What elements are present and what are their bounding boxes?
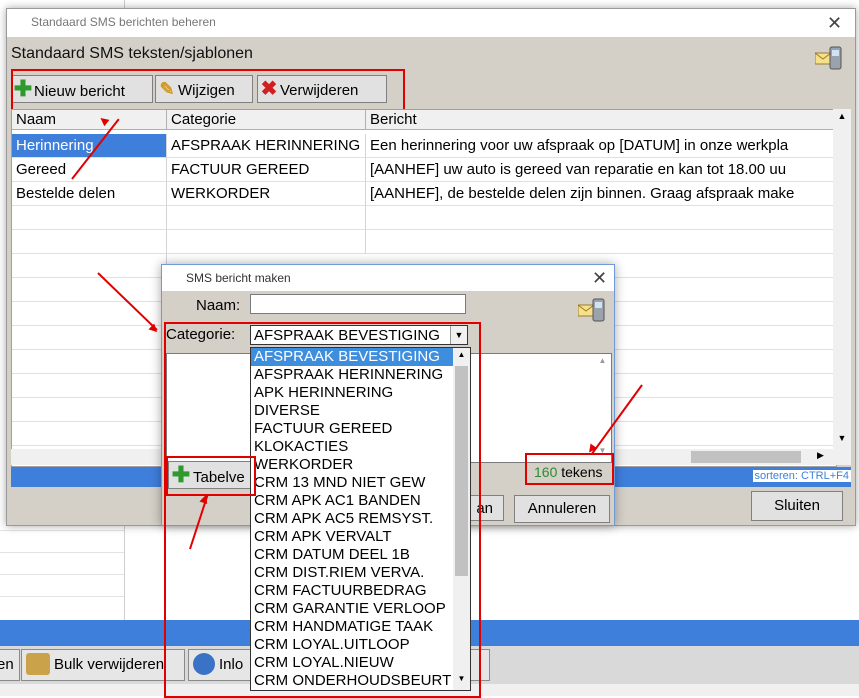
dialog-titlebar: SMS bericht maken ✕ — [162, 265, 614, 291]
dropdown-highlight-box — [164, 322, 481, 698]
table-empty-cell — [12, 398, 167, 422]
sort-hint: sorteren: CTRL+F4 — [752, 470, 851, 482]
table-cell-naam[interactable]: Gereed — [12, 158, 167, 182]
table-empty-cell — [12, 350, 167, 374]
bulk-delete-icon — [26, 653, 50, 675]
table-cell-naam[interactable]: Bestelde delen — [12, 182, 167, 206]
close-button[interactable]: Sluiten — [751, 491, 843, 521]
window-titlebar: Standaard SMS berichten beheren ✕ — [7, 9, 855, 37]
dialog-close-icon[interactable]: ✕ — [592, 269, 607, 287]
table-empty-cell — [366, 206, 836, 230]
scroll-down-icon[interactable]: ▼ — [833, 433, 851, 443]
table-cell-bericht[interactable]: [AANHEF], de bestelde delen zijn binnen.… — [366, 182, 836, 206]
table-empty-cell — [167, 230, 366, 254]
table-empty-cell — [12, 278, 167, 302]
column-header-categorie[interactable]: Categorie — [167, 110, 366, 130]
table-cell-bericht[interactable]: Een herinnering voor uw afspraak op [DAT… — [366, 134, 836, 158]
scroll-right-icon[interactable]: ▶ — [817, 450, 824, 461]
background-partial-button[interactable]: en — [0, 649, 20, 681]
table-cell-categorie[interactable]: FACTUUR GEREED — [167, 158, 366, 182]
bulk-delete-label: Bulk verwijderen — [54, 656, 165, 673]
table-empty-cell — [366, 230, 836, 254]
scroll-up-icon[interactable]: ▲ — [594, 356, 611, 365]
column-header-naam[interactable]: Naam — [12, 110, 167, 130]
char-count-highlight-box — [525, 453, 614, 485]
sms-phone-icon — [814, 45, 843, 71]
toolbar-highlight-box — [11, 69, 405, 111]
background-partial-label: en — [0, 656, 14, 673]
table-cell-bericht[interactable]: [AANHEF] uw auto is gereed van reparatie… — [366, 158, 836, 182]
table-empty-cell — [12, 422, 167, 446]
tabel-highlight-box — [166, 456, 256, 496]
dialog-title: SMS bericht maken — [186, 271, 291, 285]
page-title: Standaard SMS teksten/sjablonen — [11, 45, 253, 62]
table-empty-cell — [12, 206, 167, 230]
scroll-up-icon[interactable]: ▲ — [833, 111, 851, 121]
name-label: Naam: — [196, 297, 241, 314]
table-empty-cell — [12, 374, 167, 398]
window-close-icon[interactable]: ✕ — [827, 14, 842, 32]
table-empty-cell — [167, 206, 366, 230]
scroll-thumb[interactable] — [691, 451, 801, 463]
table-empty-cell — [12, 230, 167, 254]
table-cell-categorie[interactable]: WERKORDER — [167, 182, 366, 206]
table-empty-cell — [12, 302, 167, 326]
name-input[interactable] — [250, 294, 466, 314]
column-header-bericht[interactable]: Bericht — [366, 110, 836, 130]
bulk-delete-button[interactable]: Bulk verwijderen — [21, 649, 185, 681]
table-empty-cell — [12, 254, 167, 278]
sms-phone-icon — [577, 297, 606, 323]
cancel-button[interactable]: Annuleren — [514, 495, 610, 523]
table-vertical-scrollbar[interactable]: ▲ ▼ — [833, 109, 851, 465]
table-cell-categorie[interactable]: AFSPRAAK HERINNERING — [167, 134, 366, 158]
window-title: Standaard SMS berichten beheren — [31, 15, 216, 29]
